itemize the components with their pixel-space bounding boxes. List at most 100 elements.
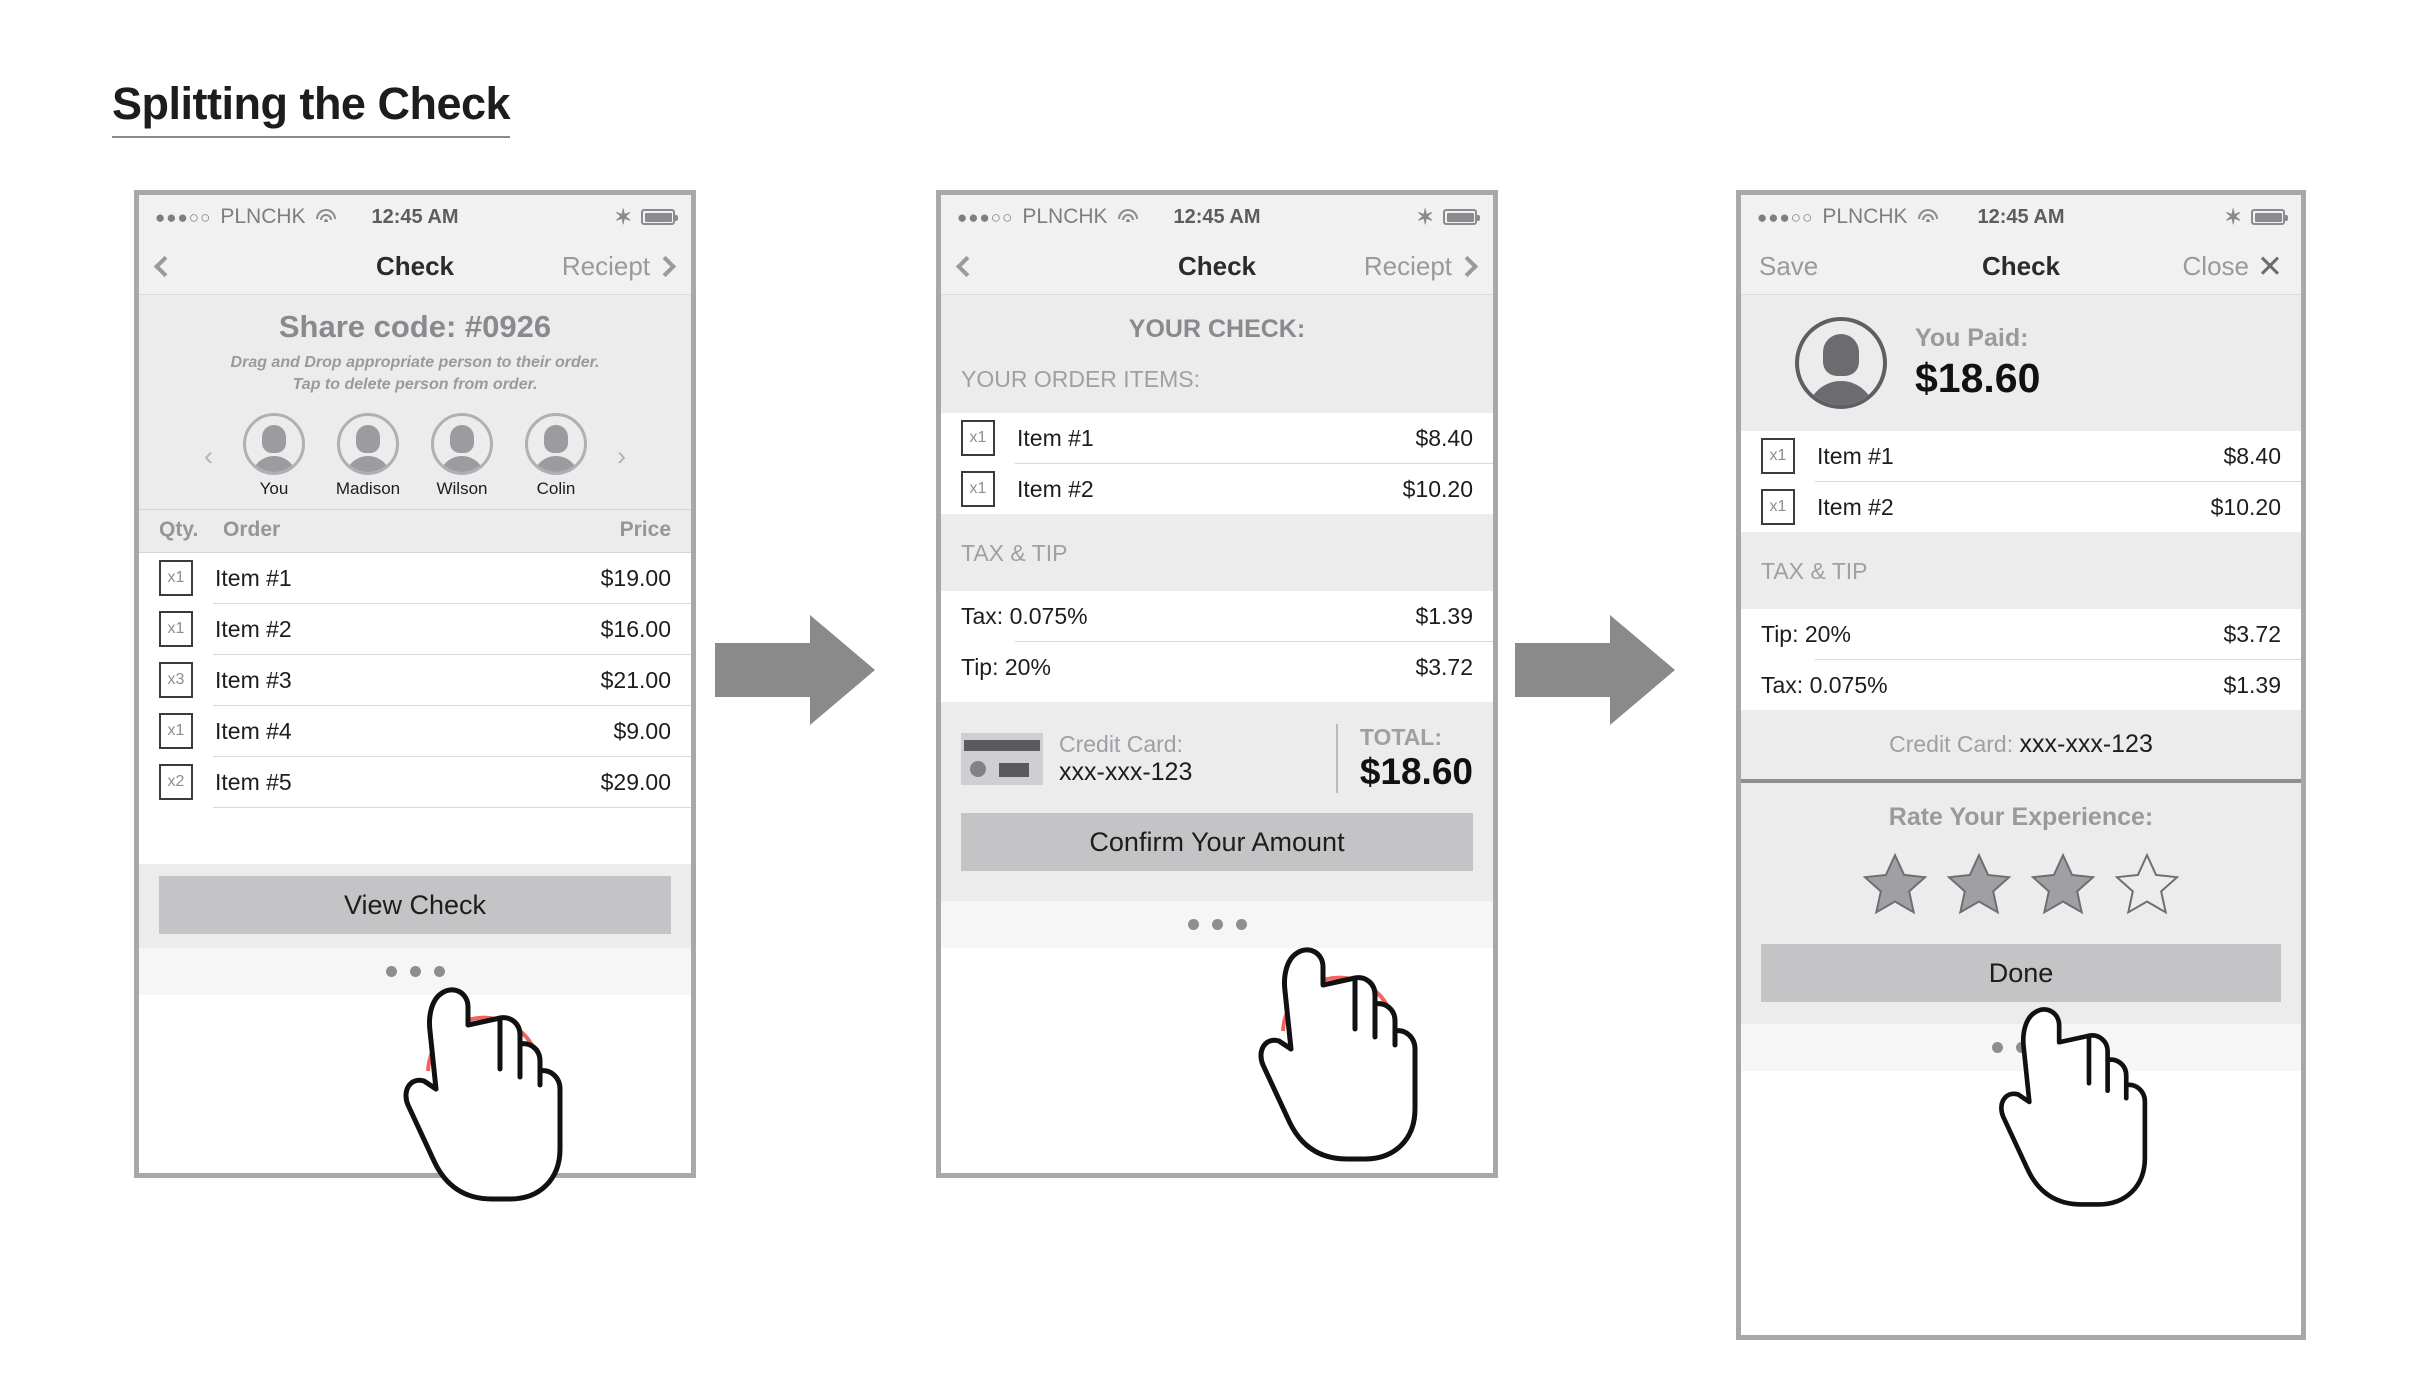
item-name: Item #1 <box>215 564 292 591</box>
tip-label: Tip: 20% <box>961 653 1051 680</box>
people-prev-button[interactable]: ‹ <box>198 441 219 472</box>
page-dot[interactable] <box>409 966 421 978</box>
person-wilson[interactable]: Wilson <box>423 413 501 499</box>
qty-badge: x1 <box>1761 438 1795 474</box>
page-dot[interactable] <box>1991 1042 2003 1053</box>
tax-value: $1.39 <box>1415 602 1473 629</box>
qty-badge: x1 <box>961 471 995 507</box>
qty-badge: x1 <box>1761 489 1795 525</box>
page-title: Splitting the Check <box>112 78 511 138</box>
phone-screen-1: ●●●○○ PLNCHK 12:45 AM ✶ Check Reciept Sh… <box>134 190 696 1178</box>
nav-bar: Check Reciept <box>139 239 691 295</box>
battery-icon <box>1443 209 1481 225</box>
credit-card-info[interactable]: Credit Card: xxx-xxx-123 <box>1059 731 1320 787</box>
qty-badge: x2 <box>159 764 193 801</box>
person-name: You <box>259 479 289 499</box>
table-row[interactable]: x1 Item #1 $8.40 <box>941 413 1493 463</box>
table-row[interactable]: x1 Item #1 $8.40 <box>1741 431 2301 481</box>
avatar <box>1795 317 1887 409</box>
page-dot[interactable] <box>1235 919 1247 930</box>
star-icon-filled[interactable] <box>2028 850 2098 918</box>
bluetooth-icon: ✶ <box>1416 205 1435 229</box>
credit-card-band[interactable]: Credit Card: xxx-xxx-123 <box>1741 710 2301 783</box>
clock-label: 12:45 AM <box>371 205 459 228</box>
table-row[interactable]: x2 Item #5 $29.00 <box>139 757 691 808</box>
flow-arrow-2 <box>1515 615 1675 725</box>
table-row[interactable]: x1 Item #2 $10.20 <box>1741 482 2301 532</box>
column-header-order: Order <box>223 518 281 542</box>
page-dot[interactable] <box>1211 919 1223 930</box>
order-table-header: Qty. Order Price <box>139 510 691 554</box>
item-price: $29.00 <box>600 768 671 795</box>
share-code-label: Share code: #0926 <box>278 309 552 344</box>
star-icon-filled[interactable] <box>1860 850 1930 918</box>
status-bar-right: ✶ <box>2065 207 2289 228</box>
person-you[interactable]: You <box>235 413 313 499</box>
star-rating[interactable] <box>1741 832 2301 944</box>
status-bar: ●●●○○ PLNCHK 12:45 AM ✶ <box>139 195 691 239</box>
wifi-icon <box>315 208 337 226</box>
back-button[interactable] <box>955 255 1217 278</box>
confirm-button-zone: Confirm Your Amount <box>941 813 1493 901</box>
your-check-heading: YOUR CHECK: <box>941 295 1493 358</box>
person-madison[interactable]: Madison <box>329 413 407 499</box>
chevron-right-icon <box>1456 255 1479 278</box>
person-name: Colin <box>536 479 576 499</box>
tax-tip-list: Tax: 0.075% $1.39 Tip: 20% $3.72 <box>941 591 1493 702</box>
rate-title: Rate Your Experience: <box>1888 803 2154 831</box>
credit-card-label: Credit Card: <box>1059 730 1183 757</box>
credit-card-number: xxx-xxx-123 <box>2019 730 2153 758</box>
carrier-label: PLNCHK <box>220 205 306 228</box>
save-label: Save <box>1759 251 1819 281</box>
confirm-amount-button[interactable]: Confirm Your Amount <box>961 813 1473 871</box>
person-name: Madison <box>335 479 401 499</box>
nav-bar: Check Reciept <box>941 239 1493 295</box>
tip-value: $3.72 <box>1415 653 1473 680</box>
phone-screen-3: ●●●○○ PLNCHK 12:45 AM ✶ Save Check Close… <box>1736 190 2306 1340</box>
status-bar: ●●●○○ PLNCHK 12:45 AM ✶ <box>941 195 1493 239</box>
back-button[interactable] <box>153 255 415 278</box>
table-row: Tax: 0.075% $1.39 <box>1741 660 2301 710</box>
table-row: Tax: 0.075% $1.39 <box>941 591 1493 641</box>
table-row[interactable]: x1 Item #4 $9.00 <box>139 706 691 757</box>
rating-section: Rate Your Experience: Done <box>1741 783 2301 1024</box>
people-next-button[interactable]: › <box>611 441 632 472</box>
table-row: Tip: 20% $3.72 <box>1741 609 2301 659</box>
tax-tip-section-label: TAX & TIP <box>1741 532 2301 609</box>
payment-summary: Credit Card: xxx-xxx-123 TOTAL: $18.60 <box>941 702 1493 813</box>
star-icon-filled[interactable] <box>1944 850 2014 918</box>
star-icon-empty[interactable] <box>2112 850 2182 918</box>
receipt-button[interactable]: Reciept <box>1217 251 1479 282</box>
receipt-button[interactable]: Reciept <box>415 251 677 282</box>
table-row[interactable]: x1 Item #2 $10.20 <box>941 464 1493 514</box>
table-row[interactable]: x1 Item #2 $16.00 <box>139 604 691 655</box>
wifi-icon <box>1117 208 1139 226</box>
page-dot[interactable] <box>433 966 445 978</box>
table-row[interactable]: x1 Item #1 $19.00 <box>139 553 691 604</box>
item-name: Item #1 <box>1017 424 1094 451</box>
chevron-left-icon <box>153 255 176 278</box>
table-row[interactable]: x3 Item #3 $21.00 <box>139 655 691 706</box>
qty-badge: x1 <box>159 560 193 597</box>
signal-dots-icon: ●●●○○ <box>1757 207 1814 227</box>
done-button[interactable]: Done <box>1761 944 2281 1002</box>
page-dot[interactable] <box>385 966 397 978</box>
column-header-qty: Qty. <box>159 518 199 542</box>
page-dot[interactable] <box>1187 919 1199 930</box>
chevron-left-icon <box>955 255 978 278</box>
bluetooth-icon: ✶ <box>614 205 633 229</box>
close-label: Close <box>2182 251 2250 281</box>
page-dot[interactable] <box>2039 1042 2051 1053</box>
view-check-button[interactable]: View Check <box>159 876 671 935</box>
share-hint-line-1: Drag and Drop appropriate person to thei… <box>230 354 600 371</box>
close-button[interactable]: Close ✕ <box>2021 251 2283 282</box>
person-colin[interactable]: Colin <box>517 413 595 499</box>
save-button[interactable]: Save <box>1759 251 2021 282</box>
page-indicator <box>139 948 691 996</box>
status-bar-left: ●●●○○ PLNCHK <box>155 205 371 229</box>
total-box: TOTAL: $18.60 <box>1335 724 1473 793</box>
avatar <box>337 413 399 476</box>
phone-screen-2: ●●●○○ PLNCHK 12:45 AM ✶ Check Reciept YO… <box>936 190 1498 1178</box>
page-dot[interactable] <box>2015 1042 2027 1053</box>
order-item-list: x1 Item #1 $8.40 x1 Item #2 $10.20 <box>1741 431 2301 532</box>
